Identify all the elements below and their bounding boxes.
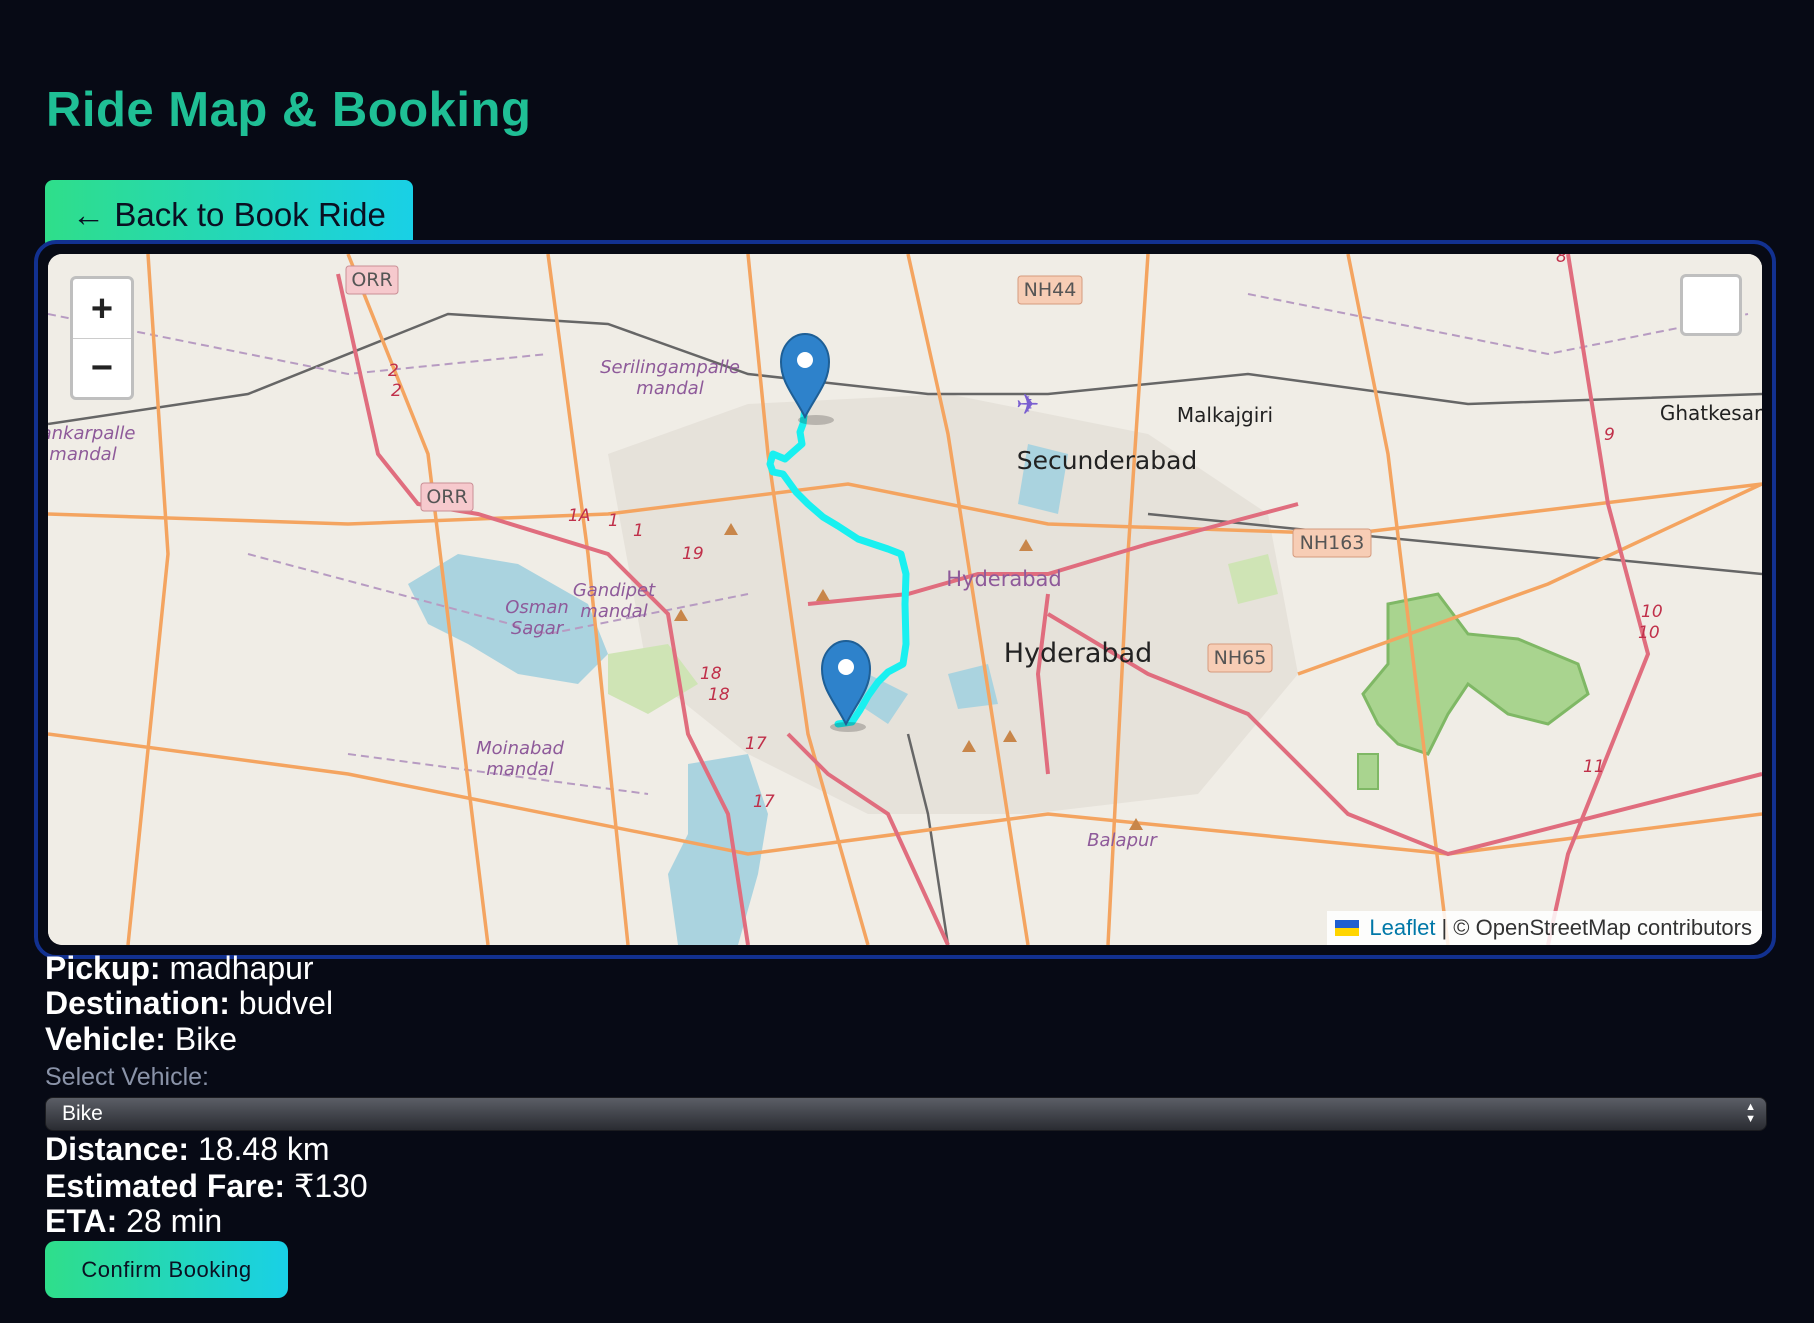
attribution-text: | © OpenStreetMap contributors xyxy=(1441,915,1752,940)
map-label-sagar: Sagar xyxy=(511,618,565,639)
vehicle-row: Vehicle: Bike xyxy=(45,1021,237,1058)
fare-row: Estimated Fare: ₹130 xyxy=(45,1167,368,1205)
zoom-in-button[interactable]: + xyxy=(73,279,131,338)
ukraine-flag-icon xyxy=(1335,920,1360,936)
back-to-book-ride-button[interactable]: ← Back to Book Ride xyxy=(45,180,413,249)
map-label-gandipet: Gandipet xyxy=(573,580,656,601)
eta-label: ETA: xyxy=(45,1203,118,1239)
zoom-control: + − xyxy=(70,276,134,400)
map-attribution: Leaflet | © OpenStreetMap contributors xyxy=(1327,911,1762,945)
confirm-booking-button[interactable]: Confirm Booking xyxy=(45,1241,288,1298)
road-number: 2 xyxy=(391,381,402,401)
road-number: 10 xyxy=(1641,602,1663,622)
road-number: 1 xyxy=(633,521,644,541)
map-label-hyderabad-district: Hyderabad xyxy=(946,567,1062,591)
destination-label: Destination: xyxy=(45,985,230,1021)
pickup-label: Pickup: xyxy=(45,950,161,986)
fare-label: Estimated Fare: xyxy=(45,1168,286,1204)
map-label-serilingampalle-mandal: mandal xyxy=(636,378,703,399)
road-number: 18 xyxy=(708,685,730,705)
road-number: 9 xyxy=(1604,425,1615,445)
fare-value: ₹130 xyxy=(293,1168,368,1204)
map-label-serilingampalle: Serilingampalle xyxy=(600,357,740,378)
road-number: 11 xyxy=(1583,757,1605,777)
map-label-hyderabad: Hyderabad xyxy=(1004,638,1153,669)
map-container: ✈ ORR ORR NH44 NH163 NH65 2 2 1A 1 1 19 … xyxy=(34,240,1776,959)
shield-nh65: NH65 xyxy=(1214,647,1267,669)
map-label-gandipet-mandal: mandal xyxy=(580,601,647,622)
road-number: 10 xyxy=(1638,623,1660,643)
shield-orr-2: ORR xyxy=(426,486,467,508)
map-label-shankarpalle-mandal: mandal xyxy=(49,444,116,465)
vehicle-label: Vehicle: xyxy=(45,1021,166,1057)
distance-label: Distance: xyxy=(45,1131,190,1167)
vehicle-select[interactable]: Bike ▲ ▼ xyxy=(45,1097,1767,1131)
layer-control-button[interactable] xyxy=(1680,274,1742,336)
map-label-moinabad: Moinabad xyxy=(476,738,564,759)
leaflet-link[interactable]: Leaflet xyxy=(1369,915,1435,941)
pickup-value: madhapur xyxy=(169,950,314,986)
distance-row: Distance: 18.48 km xyxy=(45,1131,330,1168)
select-arrows-icon: ▲ ▼ xyxy=(1745,1101,1756,1125)
shield-nh163: NH163 xyxy=(1300,532,1365,554)
eta-row: ETA: 28 min xyxy=(45,1203,222,1240)
map-label-balapur: Balapur xyxy=(1087,830,1158,851)
road-number: 8 xyxy=(1556,254,1567,267)
map-label-shankarpalle: ankarpalle xyxy=(48,423,135,444)
select-vehicle-label: Select Vehicle: xyxy=(45,1063,209,1091)
page-title: Ride Map & Booking xyxy=(46,83,532,137)
road-number: 1A xyxy=(568,506,590,526)
zoom-out-button[interactable]: − xyxy=(73,338,131,397)
map-tiles[interactable]: ✈ ORR ORR NH44 NH163 NH65 2 2 1A 1 1 19 … xyxy=(48,254,1762,945)
road-number: 18 xyxy=(700,664,722,684)
destination-value: budvel xyxy=(238,985,334,1021)
vehicle-value: Bike xyxy=(174,1021,238,1057)
distance-value: 18.48 km xyxy=(197,1131,330,1167)
shield-orr-1: ORR xyxy=(351,269,392,291)
page: Ride Map & Booking ← Back to Book Ride ✈… xyxy=(0,0,1814,1323)
road-number: 19 xyxy=(682,544,704,564)
road-number: 1 xyxy=(608,511,619,531)
eta-value: 28 min xyxy=(126,1203,223,1239)
road-number: 2 xyxy=(388,361,399,381)
map-label-ghatkesar: Ghatkesar xyxy=(1660,401,1762,425)
road-number: 17 xyxy=(753,792,775,812)
map-label-malkajgiri: Malkajgiri xyxy=(1177,403,1273,427)
map[interactable]: ✈ ORR ORR NH44 NH163 NH65 2 2 1A 1 1 19 … xyxy=(48,254,1762,945)
pickup-row: Pickup: madhapur xyxy=(45,950,314,987)
map-label-moinabad-mandal: mandal xyxy=(486,759,553,780)
svg-text:✈: ✈ xyxy=(1016,388,1039,421)
vehicle-select-value: Bike xyxy=(62,1102,103,1125)
map-label-secunderabad: Secunderabad xyxy=(1017,446,1198,475)
map-label-osman: Osman xyxy=(505,597,569,618)
road-number: 17 xyxy=(745,734,767,754)
destination-row: Destination: budvel xyxy=(45,985,333,1022)
shield-nh44: NH44 xyxy=(1024,279,1077,301)
